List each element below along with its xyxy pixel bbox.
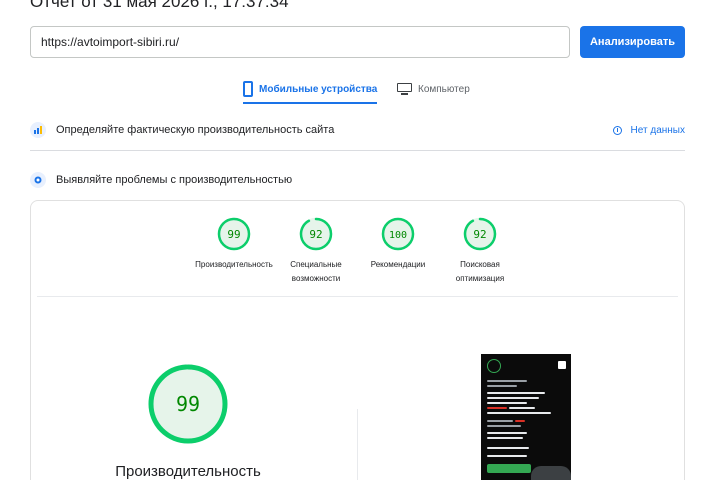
thumbnail-cta-button — [487, 464, 531, 473]
url-input[interactable] — [30, 26, 570, 58]
vertical-divider — [357, 409, 358, 480]
scores-card: 99 Производительность 92 Специальные воз… — [30, 200, 685, 480]
lab-data-section: Выявляйте проблемы с производительностью — [30, 172, 685, 188]
tab-mobile[interactable]: Мобильные устройства — [243, 74, 378, 104]
tab-mobile-label: Мобильные устройства — [259, 83, 378, 95]
car-image — [531, 466, 571, 480]
info-icon — [612, 125, 622, 135]
hamburger-menu-icon — [558, 361, 566, 369]
no-data-label: Нет данных — [630, 124, 685, 136]
gauge-ring: 92 — [463, 217, 497, 251]
tab-desktop[interactable]: Компьютер — [397, 74, 470, 104]
analyze-button[interactable]: Анализировать — [580, 26, 685, 58]
device-tabs: Мобильные устройства Компьютер — [0, 74, 720, 104]
lab-data-icon — [30, 172, 46, 188]
main-performance-gauge: 99 — [148, 364, 228, 444]
gauge-score: 100 — [389, 230, 407, 241]
section-divider — [30, 150, 685, 151]
gauge-score: 99 — [227, 228, 240, 241]
gauge-ring: 92 — [299, 217, 333, 251]
gauge-score: 92 — [473, 228, 486, 241]
gauge-ring: 100 — [381, 217, 415, 251]
gauge-seo[interactable]: 92 Поисковая оптимизация — [430, 216, 530, 286]
smartphone-icon — [243, 81, 253, 97]
field-data-title: Определяйте фактическую производительнос… — [56, 124, 335, 136]
field-data-section: Определяйте фактическую производительнос… — [30, 122, 685, 138]
card-divider — [37, 296, 678, 297]
main-score-label: Производительность — [115, 463, 261, 480]
no-data-link[interactable]: Нет данных — [612, 122, 685, 138]
lab-data-title: Выявляйте проблемы с производительностью — [56, 174, 293, 186]
gauge-ring: 99 — [217, 217, 251, 251]
main-score: 99 — [176, 392, 200, 416]
field-data-icon — [30, 122, 46, 138]
active-tab-indicator — [243, 102, 378, 104]
site-logo-icon — [487, 359, 501, 373]
gauge-label: Поисковая оптимизация — [455, 260, 505, 283]
desktop-icon — [397, 83, 412, 95]
tab-desktop-label: Компьютер — [418, 83, 470, 95]
report-title: Отчет от 31 мая 2026 г., 17:37:34 — [30, 0, 289, 11]
page-screenshot-thumbnail — [481, 354, 571, 480]
gauge-score: 92 — [309, 228, 322, 241]
